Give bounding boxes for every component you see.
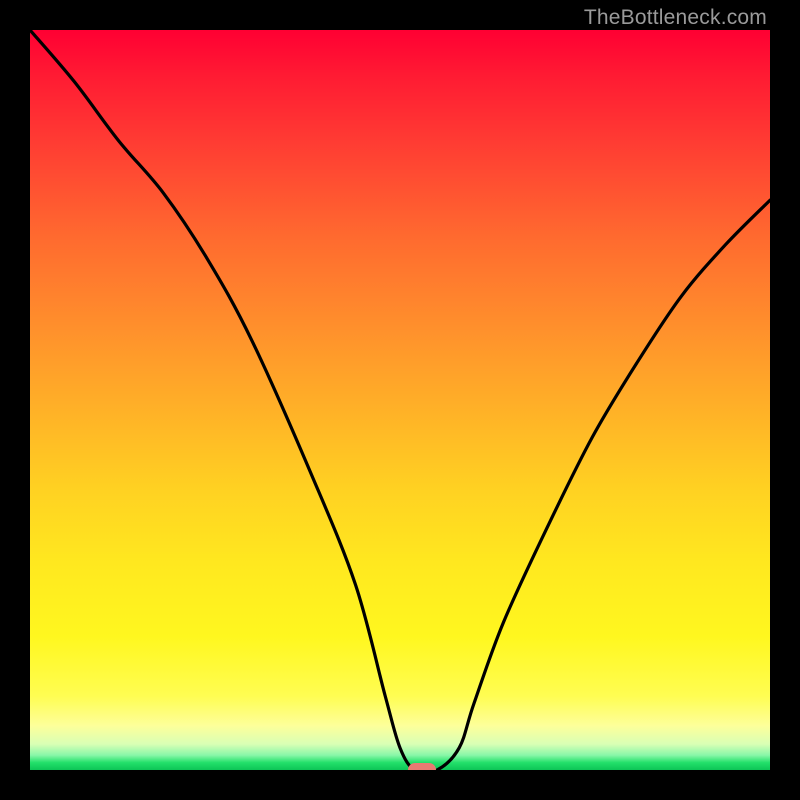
watermark-text: TheBottleneck.com <box>584 6 767 30</box>
optimal-marker <box>408 763 436 770</box>
bottleneck-curve <box>30 30 770 770</box>
chart-frame: TheBottleneck.com <box>0 0 800 800</box>
plot-area <box>30 30 770 770</box>
